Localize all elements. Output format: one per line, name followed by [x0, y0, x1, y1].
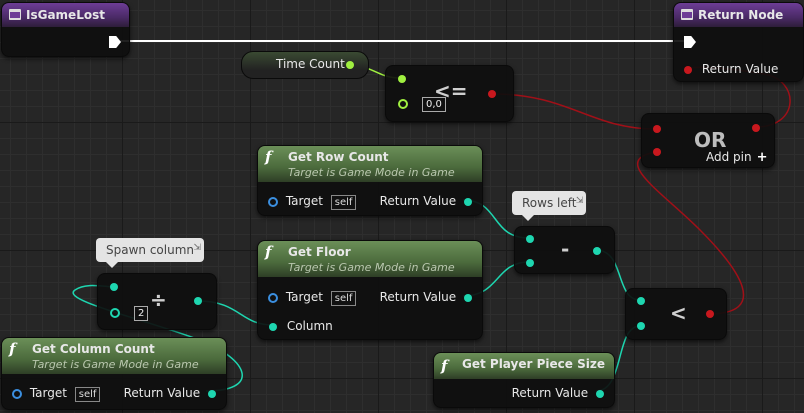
node-subtitle: Target is Game Mode in Game — [288, 261, 455, 274]
column-label: Column — [286, 319, 333, 333]
divide-a-pin[interactable] — [110, 283, 118, 291]
return-value-pin[interactable] — [464, 293, 472, 302]
wire-lessequal-to-or — [492, 93, 657, 130]
less-than-b-pin[interactable] — [637, 322, 645, 330]
or-node[interactable]: OR Add pin + — [641, 113, 775, 168]
return-label: Return Value — [379, 290, 457, 304]
divide-symbol: ÷ — [150, 288, 167, 312]
rows-left-comment[interactable]: Rows left ⇲ — [512, 191, 587, 221]
comment-text: Spawn column — [106, 243, 194, 257]
event-icon — [9, 9, 21, 20]
function-icon: f — [265, 243, 272, 261]
return-value-pin[interactable] — [208, 389, 216, 398]
node-header: Return Node — [674, 3, 803, 27]
target-row: Target self — [268, 193, 357, 210]
node-header: IsGameLost — [2, 3, 129, 27]
target-value[interactable]: self — [74, 387, 101, 402]
return-icon — [681, 9, 693, 20]
return-value-label: Return Value — [701, 62, 779, 76]
less-equal-node[interactable]: 0,0 <= — [385, 65, 514, 122]
divide-node[interactable]: 2 ÷ — [97, 273, 217, 330]
exec-out-pin[interactable] — [109, 36, 121, 48]
pin-comment-icon[interactable]: ⇲ — [576, 193, 584, 209]
get-floor-node[interactable]: f Get Floor Target is Game Mode in Game … — [257, 240, 483, 340]
pin-comment-icon[interactable]: ⇲ — [193, 240, 201, 256]
return-node[interactable]: Return Node Return Value — [673, 2, 804, 82]
node-title: Get Row Count — [288, 150, 389, 164]
node-title: Return Node — [698, 8, 784, 22]
function-icon: f — [265, 148, 272, 166]
less-equal-a-pin[interactable] — [398, 75, 406, 83]
target-label: Target — [285, 194, 323, 208]
spawn-column-comment[interactable]: Spawn column ⇲ — [96, 238, 204, 268]
node-header: f Get Row Count Target is Game Mode in G… — [258, 146, 482, 182]
less-equal-b-pin[interactable] — [398, 99, 408, 109]
add-pin-label: Add pin — [706, 150, 752, 164]
or-out-pin[interactable] — [752, 124, 760, 132]
target-pin[interactable] — [268, 196, 278, 207]
column-row: Column — [269, 318, 333, 334]
divide-out-pin[interactable] — [194, 297, 202, 305]
column-pin[interactable] — [269, 322, 277, 331]
return-row: Return Value — [380, 193, 472, 209]
node-header: f Get Floor Target is Game Mode in Game — [258, 241, 482, 277]
subtract-out-pin[interactable] — [593, 247, 601, 255]
return-value-row: Return Value — [684, 61, 778, 77]
return-row: Return Value — [124, 385, 216, 401]
return-value-pin[interactable] — [464, 197, 472, 206]
node-subtitle: Target is Game Mode in Game — [288, 166, 455, 179]
target-value[interactable]: self — [330, 291, 357, 306]
return-value-pin[interactable] — [684, 65, 692, 74]
subtract-b-pin[interactable] — [526, 259, 534, 267]
target-row: Target self — [268, 289, 357, 306]
return-row: Return Value — [380, 289, 472, 305]
node-title: IsGameLost — [26, 8, 105, 22]
less-equal-out-pin[interactable] — [488, 90, 496, 98]
comment-text: Rows left — [522, 196, 577, 210]
target-pin[interactable] — [268, 292, 278, 303]
time-count-node[interactable]: Time Count — [241, 51, 369, 79]
or-a-pin[interactable] — [653, 125, 661, 133]
divide-b-pin[interactable] — [110, 308, 120, 318]
node-title: Get Floor — [288, 245, 351, 259]
node-title: Get Column Count — [32, 342, 155, 356]
return-row: Return Value — [512, 385, 604, 401]
target-pin[interactable] — [12, 388, 22, 399]
target-row: Target self — [12, 385, 101, 402]
get-column-count-node[interactable]: f Get Column Count Target is Game Mode i… — [1, 337, 227, 410]
node-title: Get Player Piece Size — [462, 357, 605, 371]
target-label: Target — [285, 290, 323, 304]
exec-in-pin[interactable] — [684, 36, 696, 48]
return-label: Return Value — [123, 386, 201, 400]
time-count-out-pin[interactable] — [346, 61, 354, 69]
less-than-symbol: < — [670, 301, 687, 325]
divide-b-value[interactable]: 2 — [134, 306, 149, 321]
subtract-a-pin[interactable] — [526, 235, 534, 243]
subtract-node[interactable]: - — [514, 226, 615, 274]
return-value-pin[interactable] — [596, 389, 604, 398]
get-player-piece-size-node[interactable]: f Get Player Piece Size Return Value — [433, 352, 615, 408]
node-header: f Get Player Piece Size — [434, 353, 614, 379]
is-game-lost-node[interactable]: IsGameLost — [1, 2, 130, 57]
function-icon: f — [9, 340, 16, 358]
node-header: f Get Column Count Target is Game Mode i… — [2, 338, 226, 374]
return-label: Return Value — [379, 194, 457, 208]
get-row-count-node[interactable]: f Get Row Count Target is Game Mode in G… — [257, 145, 483, 216]
variable-label: Time Count — [276, 57, 345, 71]
less-than-out-pin[interactable] — [706, 310, 714, 318]
less-than-a-pin[interactable] — [637, 297, 645, 305]
add-pin-button[interactable]: Add pin + — [706, 149, 768, 166]
target-label: Target — [29, 386, 67, 400]
return-label: Return Value — [511, 386, 589, 400]
less-than-node[interactable]: < — [625, 288, 727, 340]
subtract-symbol: - — [561, 237, 570, 261]
node-subtitle: Target is Game Mode in Game — [32, 358, 199, 371]
function-icon: f — [441, 357, 448, 375]
less-equal-symbol: <= — [434, 79, 468, 103]
plus-icon: + — [756, 150, 768, 165]
or-b-pin[interactable] — [653, 148, 661, 156]
target-value[interactable]: self — [330, 195, 357, 210]
